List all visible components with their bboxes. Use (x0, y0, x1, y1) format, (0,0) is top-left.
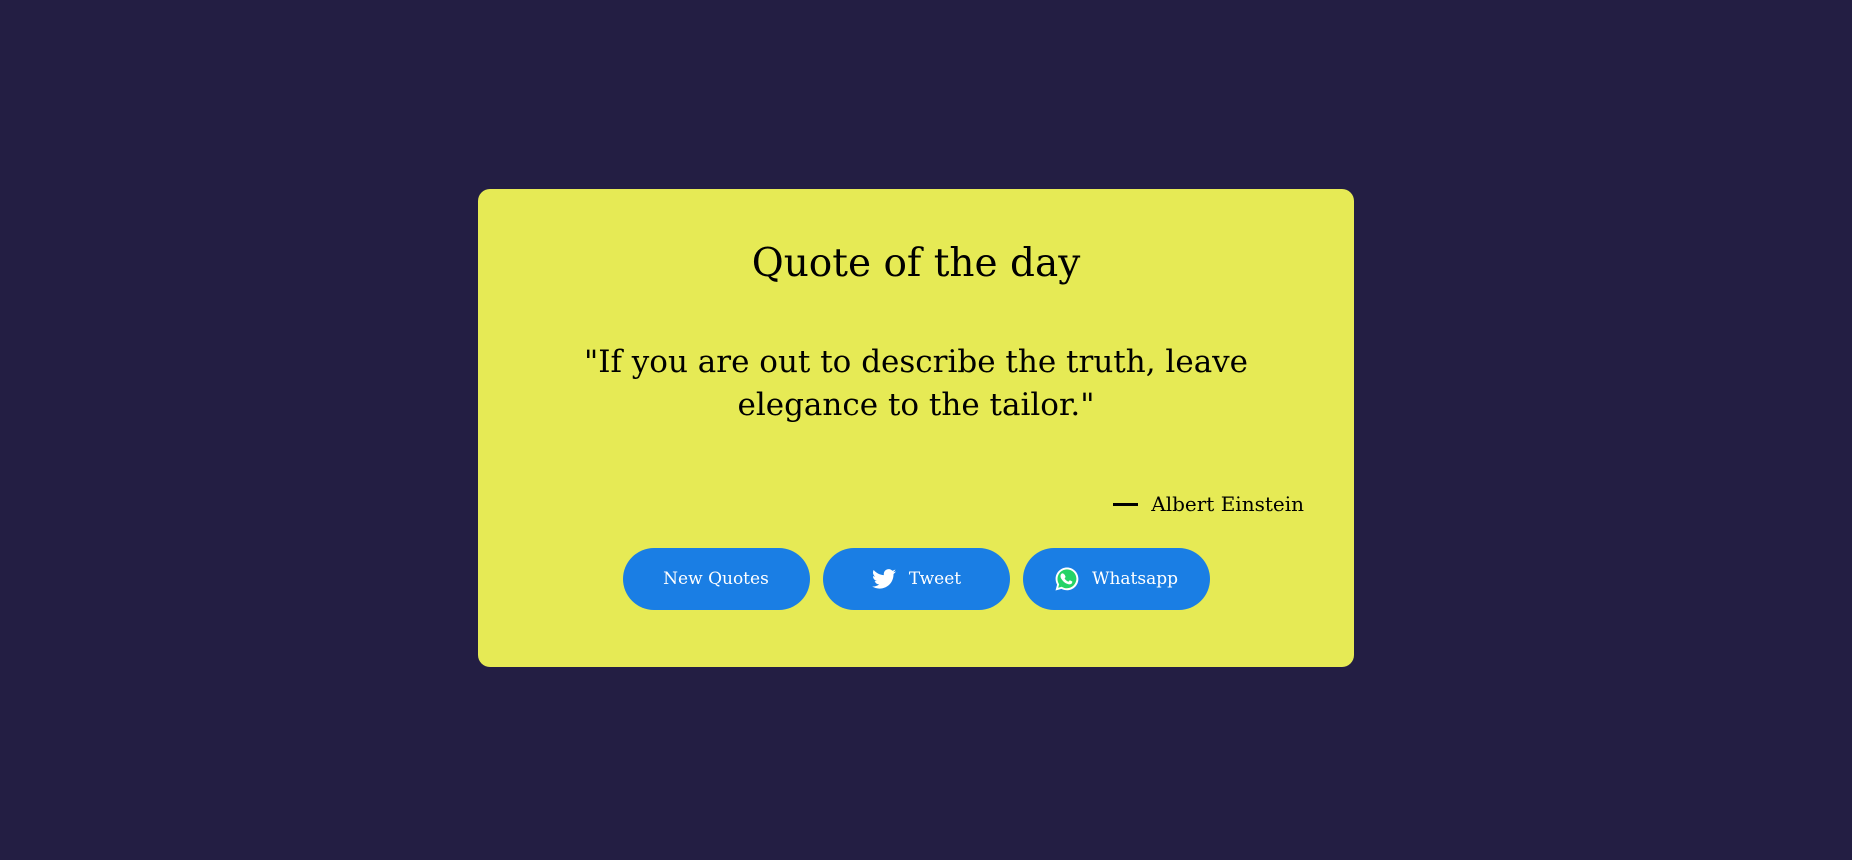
author-dash (1113, 502, 1139, 506)
card-title: Quote of the day (751, 241, 1081, 286)
whatsapp-icon (1054, 566, 1080, 592)
quote-text: "If you are out to describe the truth, l… (583, 344, 1249, 423)
twitter-icon (871, 566, 897, 592)
tweet-button[interactable]: Tweet (822, 548, 1010, 610)
button-row: New Quotes Tweet Whatsapp (478, 548, 1354, 610)
tweet-label: Tweet (908, 569, 962, 589)
new-quotes-label: New Quotes (663, 569, 769, 589)
quote-card: Quote of the day "If you are out to desc… (478, 189, 1354, 667)
author-name: Albert Einstein (1151, 492, 1304, 516)
new-quotes-button[interactable]: New Quotes (622, 548, 810, 610)
whatsapp-label: Whatsapp (1091, 569, 1178, 589)
quote-author: Albert Einstein (1113, 492, 1304, 516)
whatsapp-button[interactable]: Whatsapp (1022, 548, 1210, 610)
